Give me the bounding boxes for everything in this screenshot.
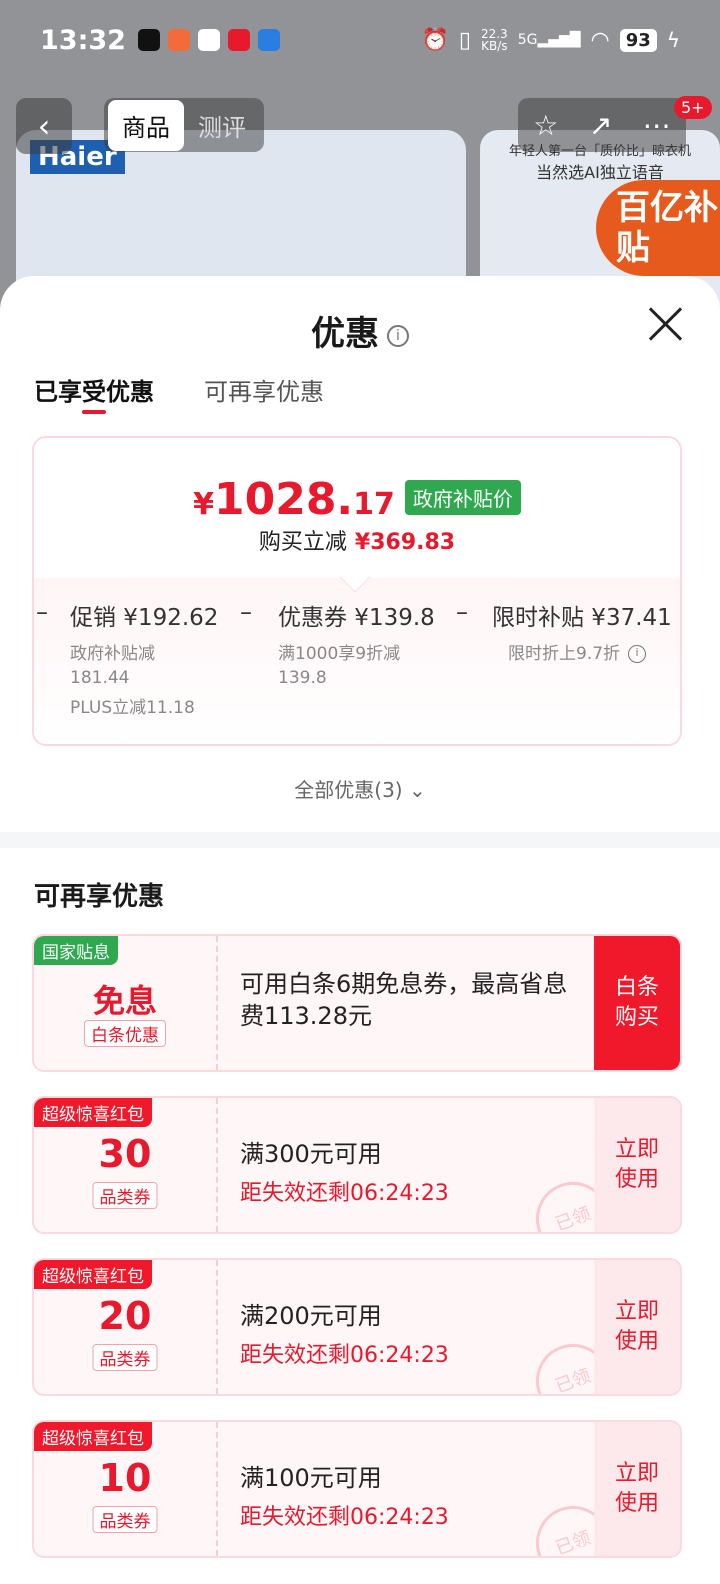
currency-symbol: ¥ (193, 487, 214, 522)
coupon-main: 满100元可用 距失效还剩06:24:23 (240, 1458, 570, 1531)
breakdown-sub: 满1000享9折减 139.8 (278, 644, 401, 688)
coupon-countdown: 距失效还剩06:24:23 (240, 1505, 449, 1530)
coupon-type: 品类券 (92, 1182, 158, 1209)
breakdown-limited-subsidy: 限时补贴 ¥37.41 限时折上9.7折 i (492, 598, 672, 666)
minus-sign: – (36, 598, 48, 626)
subsidy-banner: 百亿补贴 (596, 180, 720, 276)
status-right: ⏰ ▯ 22.3 KB/s 5G▂▄▆█ ◠ 93 ϟ (421, 28, 680, 53)
coupon-main: 可用白条6期免息券，最高省息费113.28元 (240, 968, 570, 1032)
app-icon (167, 29, 190, 51)
coupon-tag: 超级惊喜红包 (34, 1422, 152, 1451)
coupon-tag: 超级惊喜红包 (34, 1098, 152, 1127)
coupon-countdown: 距失效还剩06:24:23 (240, 1343, 449, 1368)
save-amount: ¥369.83 (354, 530, 456, 555)
use-now-button[interactable]: 立即使用 (594, 1260, 680, 1394)
breakdown-area: – 促销 ¥192.62 政府补贴减 181.44 PLUS立减11.18 – … (34, 561, 680, 744)
sheet-header: 优惠 i (0, 276, 720, 372)
coupon-type: 品类券 (92, 1344, 158, 1371)
coupon-separator (216, 936, 218, 1070)
breakdown-sub: 限时折上9.7折 i (492, 642, 672, 666)
coupon-type: 白条优惠 (84, 1020, 166, 1047)
message-badge: 5+ (674, 96, 712, 119)
discount-sheet: 优惠 i 已享受优惠 可再享优惠 ¥ 1028. 17 政府补贴价 购买立减 ¥36… (0, 276, 720, 1584)
price-decimal: 17 (353, 487, 395, 522)
tab-underline (82, 410, 106, 414)
use-now-button[interactable]: 立即使用 (594, 1098, 680, 1232)
section-title: 可再享优惠 (34, 882, 165, 912)
chevron-down-icon: ⌄ (408, 778, 426, 802)
coupon-condition: 满300元可用 (240, 1140, 382, 1168)
save-line: 购买立减 ¥369.83 (258, 530, 456, 555)
summary-top: ¥ 1028. 17 政府补贴价 购买立减 ¥369.83 (34, 438, 680, 578)
coupon-description: 可用白条6期免息券，最高省息费113.28元 (240, 970, 568, 1030)
coupon-10: 10 品类券 超级惊喜红包 满100元可用 距失效还剩06:24:23 已领 立… (32, 1420, 682, 1558)
product-tabs: 商品 测评 (104, 98, 264, 152)
close-button[interactable] (648, 306, 682, 340)
music-app-icon (137, 29, 160, 51)
app-icon (227, 29, 250, 51)
final-price: ¥ 1028. 17 政府补贴价 (34, 474, 680, 525)
star-icon[interactable]: ☆ (533, 109, 558, 142)
coupon-20: 20 品类券 超级惊喜红包 满200元可用 距失效还剩06:24:23 已领 立… (32, 1258, 682, 1396)
coupon-condition: 满200元可用 (240, 1302, 382, 1330)
summary-card: ¥ 1028. 17 政府补贴价 购买立减 ¥369.83 – 促销 ¥192.6… (32, 436, 682, 746)
coupon-value: 30 (98, 1132, 152, 1176)
breakdown-promotion: 促销 ¥192.62 政府补贴减 181.44 PLUS立减11.18 (70, 598, 218, 720)
coupon-baitiao: 免息 白条优惠 国家贴息 可用白条6期免息券，最高省息费113.28元 白条购买 (32, 934, 682, 1072)
coupon-main: 满200元可用 距失效还剩06:24:23 (240, 1296, 570, 1369)
coupon-separator (216, 1422, 218, 1556)
breakdown-coupon: 优惠券 ¥139.8 满1000享9折减 139.8 (278, 598, 435, 690)
coupon-tag: 国家贴息 (34, 936, 118, 965)
status-time: 13:32 (40, 24, 126, 56)
tab-review[interactable]: 测评 (184, 100, 260, 151)
breakdown-label: 优惠券 ¥139.8 (278, 605, 435, 631)
signal-icon: 5G▂▄▆█ (517, 32, 581, 48)
breakdown-label: 限时补贴 ¥37.41 (492, 605, 672, 631)
chevron-left-icon: ‹ (37, 107, 51, 145)
all-offers-toggle[interactable]: 全部优惠(3) ⌄ (0, 774, 720, 803)
wifi-icon: ◠ (590, 27, 610, 53)
coupon-condition: 满100元可用 (240, 1464, 382, 1492)
battery-indicator: 93 (619, 28, 657, 52)
info-icon[interactable]: i (628, 645, 647, 663)
vibrate-icon: ▯ (458, 27, 471, 53)
use-now-button[interactable]: 立即使用 (594, 1422, 680, 1556)
coupon-separator (216, 1260, 218, 1394)
sheet-title: 优惠 i (0, 306, 720, 355)
top-actions: ☆ ↗ ⋯ (518, 98, 686, 152)
coupon-value: 10 (98, 1456, 152, 1500)
status-bar: 13:32 ⏰ ▯ 22.3 KB/s 5G▂▄▆█ ◠ 93 ϟ (0, 0, 720, 80)
alarm-icon: ⏰ (421, 27, 449, 53)
more-icon[interactable]: ⋯ (643, 109, 671, 142)
coupon-type: 品类券 (92, 1506, 158, 1533)
coupon-value: 20 (98, 1294, 152, 1338)
price-integer: 1028. (213, 474, 354, 525)
info-icon[interactable]: i (387, 324, 409, 347)
gov-subsidy-badge: 政府补贴价 (404, 480, 521, 515)
net-speed: 22.3 KB/s (480, 27, 508, 53)
breakdown-label: 促销 ¥192.62 (70, 605, 219, 631)
coupon-separator (216, 1098, 218, 1232)
notification-icons (137, 29, 280, 51)
discount-tabs: 已享受优惠 可再享优惠 (0, 372, 720, 428)
tab-enjoyed[interactable]: 已享受优惠 (34, 372, 154, 428)
charging-icon: ϟ (666, 28, 680, 52)
share-icon[interactable]: ↗ (589, 109, 612, 142)
back-button[interactable]: ‹ (16, 98, 72, 154)
coupon-30: 30 品类券 超级惊喜红包 满300元可用 距失效还剩06:24:23 已领 立… (32, 1096, 682, 1234)
coupon-tag: 超级惊喜红包 (34, 1260, 152, 1289)
coupon-main: 满300元可用 距失效还剩06:24:23 (240, 1134, 570, 1207)
usb-icon (257, 29, 280, 51)
breakdown-sub: 政府补贴减 181.44 PLUS立减11.18 (70, 644, 195, 718)
section-divider (0, 832, 720, 848)
tab-more-offers[interactable]: 可再享优惠 (204, 372, 324, 428)
wechat-icon (197, 29, 220, 51)
minus-sign: – (240, 598, 252, 626)
minus-sign: – (456, 598, 468, 626)
baitiao-buy-button[interactable]: 白条购买 (594, 936, 680, 1070)
coupon-value: 免息 (92, 982, 157, 1020)
tab-product[interactable]: 商品 (108, 99, 184, 151)
coupon-countdown: 距失效还剩06:24:23 (240, 1181, 449, 1206)
